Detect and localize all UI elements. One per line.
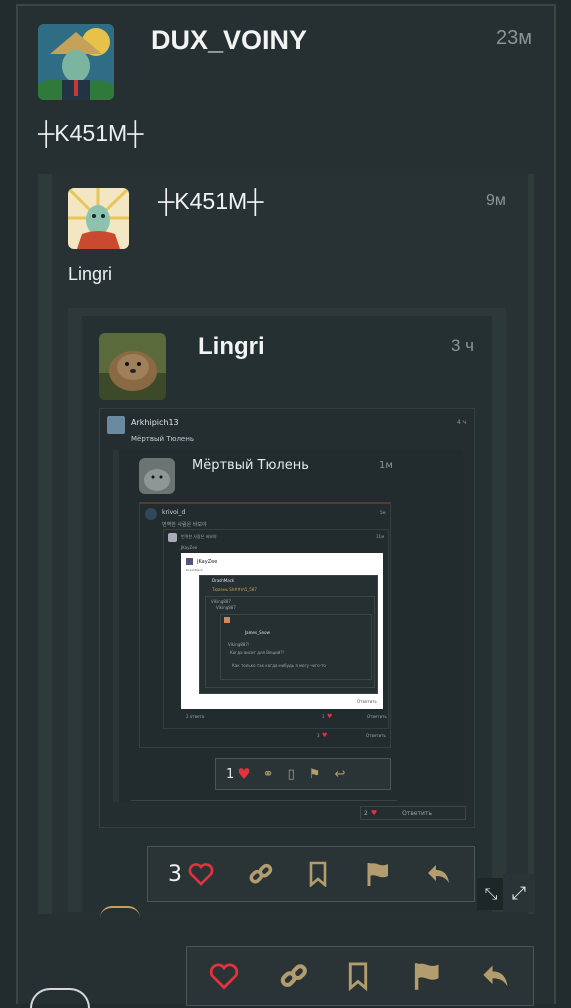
flag-icon[interactable] xyxy=(366,861,390,887)
level6-footer-left[interactable]: 2 ответа xyxy=(186,714,204,719)
inner-time: 1м xyxy=(379,460,393,471)
wc-line-5: Viking887! xyxy=(228,642,250,647)
heart-icon[interactable]: ♥ xyxy=(237,765,250,783)
white-card-sub: DrashMack xyxy=(186,568,203,572)
bottom-avatar xyxy=(30,988,90,1008)
wc-avatar-3 xyxy=(224,617,230,623)
level6-text: 번역한 사람은 바보야 xyxy=(181,534,217,539)
level6-avatar[interactable] xyxy=(168,533,177,542)
level5-footer-heart[interactable]: ♥ xyxy=(322,732,327,739)
screen: { "colors": {"background":"#222c2d","fra… xyxy=(0,0,571,1008)
flag-icon[interactable] xyxy=(413,961,441,991)
level6-user: JKayZee xyxy=(181,545,198,550)
link-icon[interactable]: ⚭ xyxy=(263,767,274,782)
level6-time: 11м xyxy=(376,534,385,539)
heart-icon[interactable] xyxy=(188,862,214,886)
divider xyxy=(131,800,397,801)
level5-avatar[interactable] xyxy=(145,508,157,520)
reply-icon[interactable] xyxy=(481,962,511,990)
nested-time: 3 ч xyxy=(451,336,475,355)
inner-author[interactable]: Мёртвый Тюлень xyxy=(192,458,309,473)
post-actionbar xyxy=(186,946,534,1006)
white-card-reply[interactable]: Ответить xyxy=(357,699,377,704)
embed-heart-icon[interactable]: ♥ xyxy=(371,809,377,817)
nested-author[interactable]: Lingri xyxy=(198,333,265,361)
white-card-author: JKayZee xyxy=(197,559,218,565)
author-avatar[interactable] xyxy=(38,24,114,100)
author-name[interactable]: DUX_VOINY xyxy=(151,25,307,56)
embed-footer-reply[interactable]: Ответить xyxy=(402,810,432,817)
level6-footer-heart[interactable]: ♥ xyxy=(327,713,332,720)
inner-actionbar: 1 ♥ ⚭ ▯ ⚑ ↩ xyxy=(215,758,391,790)
link-icon[interactable] xyxy=(248,861,274,887)
wc-line-4: James_Snow xyxy=(245,630,270,635)
wc-line-3: Viking887 xyxy=(216,605,236,610)
reply-icon[interactable]: ↩ xyxy=(334,767,345,782)
wc-line-2: Viking887 xyxy=(211,599,231,604)
level6-footer-count: 1 xyxy=(322,714,325,719)
wc-line-0: DrashMack xyxy=(212,578,235,583)
embed-avatar[interactable] xyxy=(107,416,125,434)
level5-author[interactable]: krivoi_d xyxy=(162,509,185,516)
level6-footer-reply[interactable]: Ответить xyxy=(367,714,387,719)
reply-icon[interactable] xyxy=(426,862,452,886)
white-card-avatar xyxy=(186,558,193,565)
quoted-text: Lingri xyxy=(68,264,113,284)
level5-text: 번역한 사람은 바보야 xyxy=(162,522,207,528)
bookmark-icon[interactable] xyxy=(347,961,369,991)
nested-avatar[interactable] xyxy=(99,333,166,400)
inner-like-count: 1 xyxy=(226,766,235,782)
level5-footer-reply[interactable]: Ответить xyxy=(366,733,386,738)
embed-footer: 2 ♥ Ответить xyxy=(360,806,466,820)
quoted-time: 9м xyxy=(486,192,506,209)
expand-button[interactable]: ⤢ xyxy=(503,874,535,912)
wc-line-6: Когда висит для Вящий?! xyxy=(230,650,285,655)
next-avatar xyxy=(100,906,140,918)
flag-icon[interactable]: ⚑ xyxy=(309,767,321,782)
post-text: ┼K451M┼ xyxy=(38,120,144,146)
level5-footer-count: 3 xyxy=(317,733,320,738)
post-time: 23м xyxy=(496,27,532,49)
wc-line-1: Тюлень Sh##m5_587 xyxy=(212,587,257,592)
inner-avatar[interactable] xyxy=(139,458,175,494)
nested-actionbar: 3 xyxy=(147,846,475,902)
bookmark-icon[interactable]: ▯ xyxy=(288,767,295,782)
expand-icon: ⤢ xyxy=(511,882,527,904)
quoted-avatar[interactable] xyxy=(68,188,129,249)
wc-line-7: Как только так когда-нибудь я могу чего-… xyxy=(232,663,326,668)
wc-frame-3 xyxy=(220,614,372,680)
nested-like-count: 3 xyxy=(168,861,182,887)
bookmark-icon[interactable] xyxy=(308,861,328,887)
level5-time: 5м xyxy=(380,510,386,515)
embed-author[interactable]: Arkhipich13 xyxy=(131,418,179,427)
collapse-button[interactable]: ⤡ xyxy=(477,878,505,910)
link-icon[interactable] xyxy=(279,961,309,991)
heart-icon[interactable] xyxy=(209,962,239,990)
embed-footer-count: 2 xyxy=(364,809,368,817)
embed-time: 4 ч xyxy=(457,419,467,426)
embed-text: Мёртвый Тюлень xyxy=(131,435,194,443)
collapse-icon: ⤡ xyxy=(484,884,498,903)
quoted-author[interactable]: ┼K451M┼ xyxy=(158,188,263,215)
